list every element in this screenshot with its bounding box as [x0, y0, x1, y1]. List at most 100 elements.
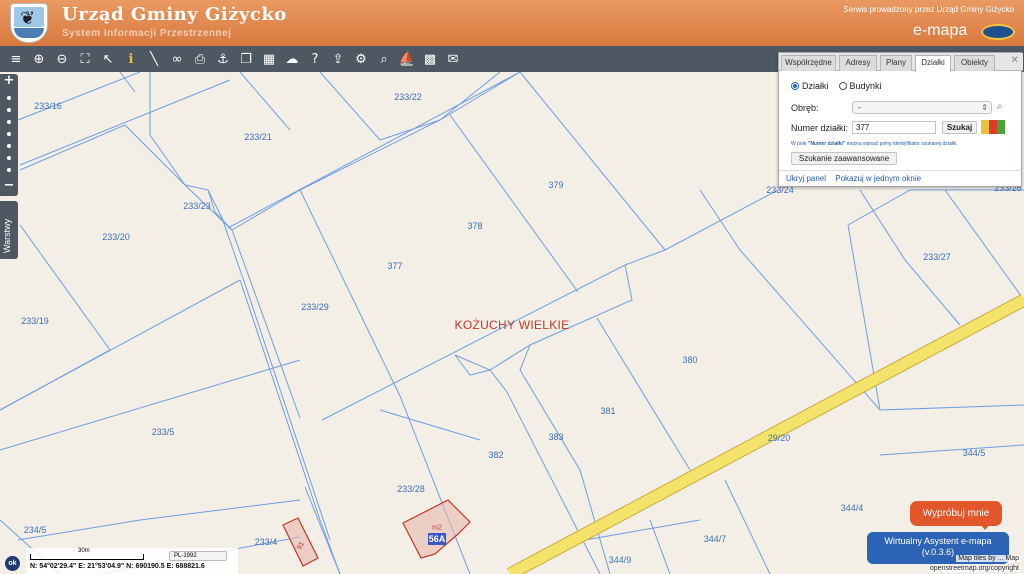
zoom-level-dot[interactable] — [7, 132, 11, 136]
hide-panel-link[interactable]: Ukryj panel — [786, 174, 826, 183]
parcel-number-input[interactable]: 377 — [852, 121, 936, 134]
zoom-extent-tool[interactable]: ⛶ — [74, 48, 96, 70]
try-me-button[interactable]: Wypróbuj mnie — [910, 501, 1002, 526]
obreb-label: Obręb: — [791, 103, 819, 113]
copy-tool[interactable]: ❐ — [235, 48, 257, 70]
measure-tool[interactable]: ╲ — [143, 48, 165, 70]
color-swatch[interactable] — [997, 120, 1005, 134]
speech-arrow — [980, 524, 990, 530]
app-title: Urząd Gminy Giżycko — [62, 4, 287, 25]
anchor-tool[interactable]: ⚓ — [212, 48, 234, 70]
zoom-level-dot[interactable] — [7, 96, 11, 100]
parcel-number-label: 380 — [682, 355, 698, 365]
place-name-label: KOŻUCHY WIELKIE — [454, 318, 570, 332]
parcel-number-label: 233/29 — [301, 302, 329, 312]
ok-button[interactable]: ok — [5, 556, 20, 571]
zoom-level-dot[interactable] — [7, 108, 11, 112]
emapa-brand[interactable]: e-mapa — [913, 22, 967, 40]
obreb-select-value: - — [858, 103, 861, 112]
zoom-level-dot[interactable] — [7, 168, 11, 172]
help-tool[interactable]: ? — [304, 48, 326, 70]
close-icon[interactable]: ✕ — [1011, 55, 1019, 66]
parcel-number-label: 233/21 — [244, 132, 272, 142]
operator-text: Serwis prowadzony przez Urząd Gminy Giży… — [843, 5, 1014, 14]
search-tool[interactable]: ⌕ — [373, 48, 395, 70]
parcel-number-label: 344/5 — [962, 448, 986, 458]
layers-tab[interactable]: Warstwy — [0, 201, 18, 259]
layout-tool[interactable]: ▦ — [258, 48, 280, 70]
sail-tool[interactable]: ⛵ — [396, 48, 418, 70]
tab-parcels[interactable]: Działki — [915, 55, 951, 72]
radio-buildings[interactable] — [838, 82, 847, 90]
parcel-number-label: 383 — [548, 432, 564, 442]
radio-buildings-label: Budynki — [849, 81, 882, 91]
print-tool[interactable]: ⎙ — [189, 48, 211, 70]
upload-tool[interactable]: ⇪ — [327, 48, 349, 70]
attribution-line3[interactable]: openstreetmap.org/copyright — [927, 565, 1021, 572]
radio-parcels[interactable] — [791, 82, 799, 90]
layers-tab-label: Warstwy — [2, 218, 12, 253]
zoom-out-tool[interactable]: ⊖ — [51, 48, 73, 70]
parcel-number-label: 377 — [387, 261, 403, 271]
tab-objects[interactable]: Obiekty — [954, 55, 995, 71]
attribution-line1: Map tiles by ... Map — [956, 555, 1021, 562]
parcel-number-label: 344/4 — [840, 503, 864, 513]
search-icon[interactable]: ⌕ — [997, 101, 1003, 112]
obreb-select[interactable]: - ⇕ — [852, 101, 992, 114]
zoom-in-button[interactable]: + — [0, 73, 18, 88]
zoom-level-dot[interactable] — [7, 144, 11, 148]
single-window-link[interactable]: Pokazuj w jednym oknie — [835, 174, 921, 183]
parcel-number-label: 378 — [467, 221, 483, 231]
panel-links: Ukryj panel Pokazuj w jednym oknie — [786, 174, 928, 183]
zoom-bar: + − — [0, 73, 18, 196]
parcel-number-label: 379 — [548, 180, 564, 190]
select-tool[interactable]: ↖ — [97, 48, 119, 70]
search-panel: Współrzędne Adresy Plany Działki Obiekty… — [778, 52, 1023, 187]
zoom-in-tool[interactable]: ⊕ — [28, 48, 50, 70]
parcel-number-label: 234/5 — [23, 525, 47, 535]
chat-tool[interactable]: ✉ — [442, 48, 464, 70]
tab-plans[interactable]: Plany — [880, 55, 912, 71]
parcel-number-label: 29/20 — [767, 433, 791, 443]
emapa-badge-logo — [981, 24, 1015, 40]
comment-tool[interactable]: ☁ — [281, 48, 303, 70]
panel-divider — [779, 170, 1023, 171]
parcel-number-label: Numer działki: — [791, 123, 849, 133]
tab-addresses[interactable]: Adresy — [839, 55, 877, 71]
parcel-number-label: 233/28 — [397, 484, 425, 494]
cursor-coordinates: N: 54°02'29.4" E: 21°53'04.9" N: 690190.… — [30, 563, 205, 570]
parcel-number-label: 233/23 — [183, 201, 211, 211]
status-bar: 30m PL-1992 N: 54°02'29.4" E: 21°53'04.9… — [26, 548, 238, 574]
parcel-number-label: 344/7 — [703, 534, 727, 544]
layers-tool[interactable]: ≡ — [5, 48, 27, 70]
house-number-badge: 56A — [428, 533, 446, 545]
assistant-title: Wirtualny Asystent e-mapa — [884, 536, 992, 546]
settings-tool[interactable]: ⚙ — [350, 48, 372, 70]
parcel-number-label: 344/9 — [608, 555, 632, 565]
zoom-out-button[interactable]: − — [0, 178, 18, 193]
search-button[interactable]: Szukaj — [942, 121, 977, 134]
parcel-number-label: 382 — [488, 450, 504, 460]
radio-parcels-label: Działki — [802, 81, 829, 91]
app-header: ❦ Urząd Gminy Giżycko System Informacji … — [0, 0, 1024, 46]
parcel-number-label: 233/16 — [34, 101, 62, 111]
advanced-search-button[interactable]: Szukanie zaawansowane — [791, 152, 897, 165]
info-tool[interactable]: ℹ — [120, 48, 142, 70]
tab-coordinates[interactable]: Współrzędne — [781, 55, 836, 71]
zoom-level-dot[interactable] — [7, 156, 11, 160]
building-label: m2 — [432, 524, 442, 532]
color-swatch[interactable] — [989, 120, 997, 134]
search-type-radios: Działki Budynki — [791, 81, 882, 91]
color-grid-tool[interactable]: ▩ — [419, 48, 441, 70]
municipality-crest-logo: ❦ — [10, 3, 48, 43]
zoom-level-dot[interactable] — [7, 120, 11, 124]
parcel-number-label: 233/4 — [254, 537, 278, 547]
parcel-number-label: 381 — [600, 406, 616, 416]
color-swatch[interactable] — [981, 120, 989, 134]
parcel-number-label: 233/27 — [923, 252, 951, 262]
highlight-color-picker[interactable] — [981, 120, 1005, 134]
crs-select[interactable]: PL-1992 — [169, 551, 227, 561]
scale-bar — [30, 554, 144, 560]
link-tool[interactable]: ∞ — [166, 48, 188, 70]
app-subtitle: System Informacji Przestrzennej — [62, 28, 232, 39]
